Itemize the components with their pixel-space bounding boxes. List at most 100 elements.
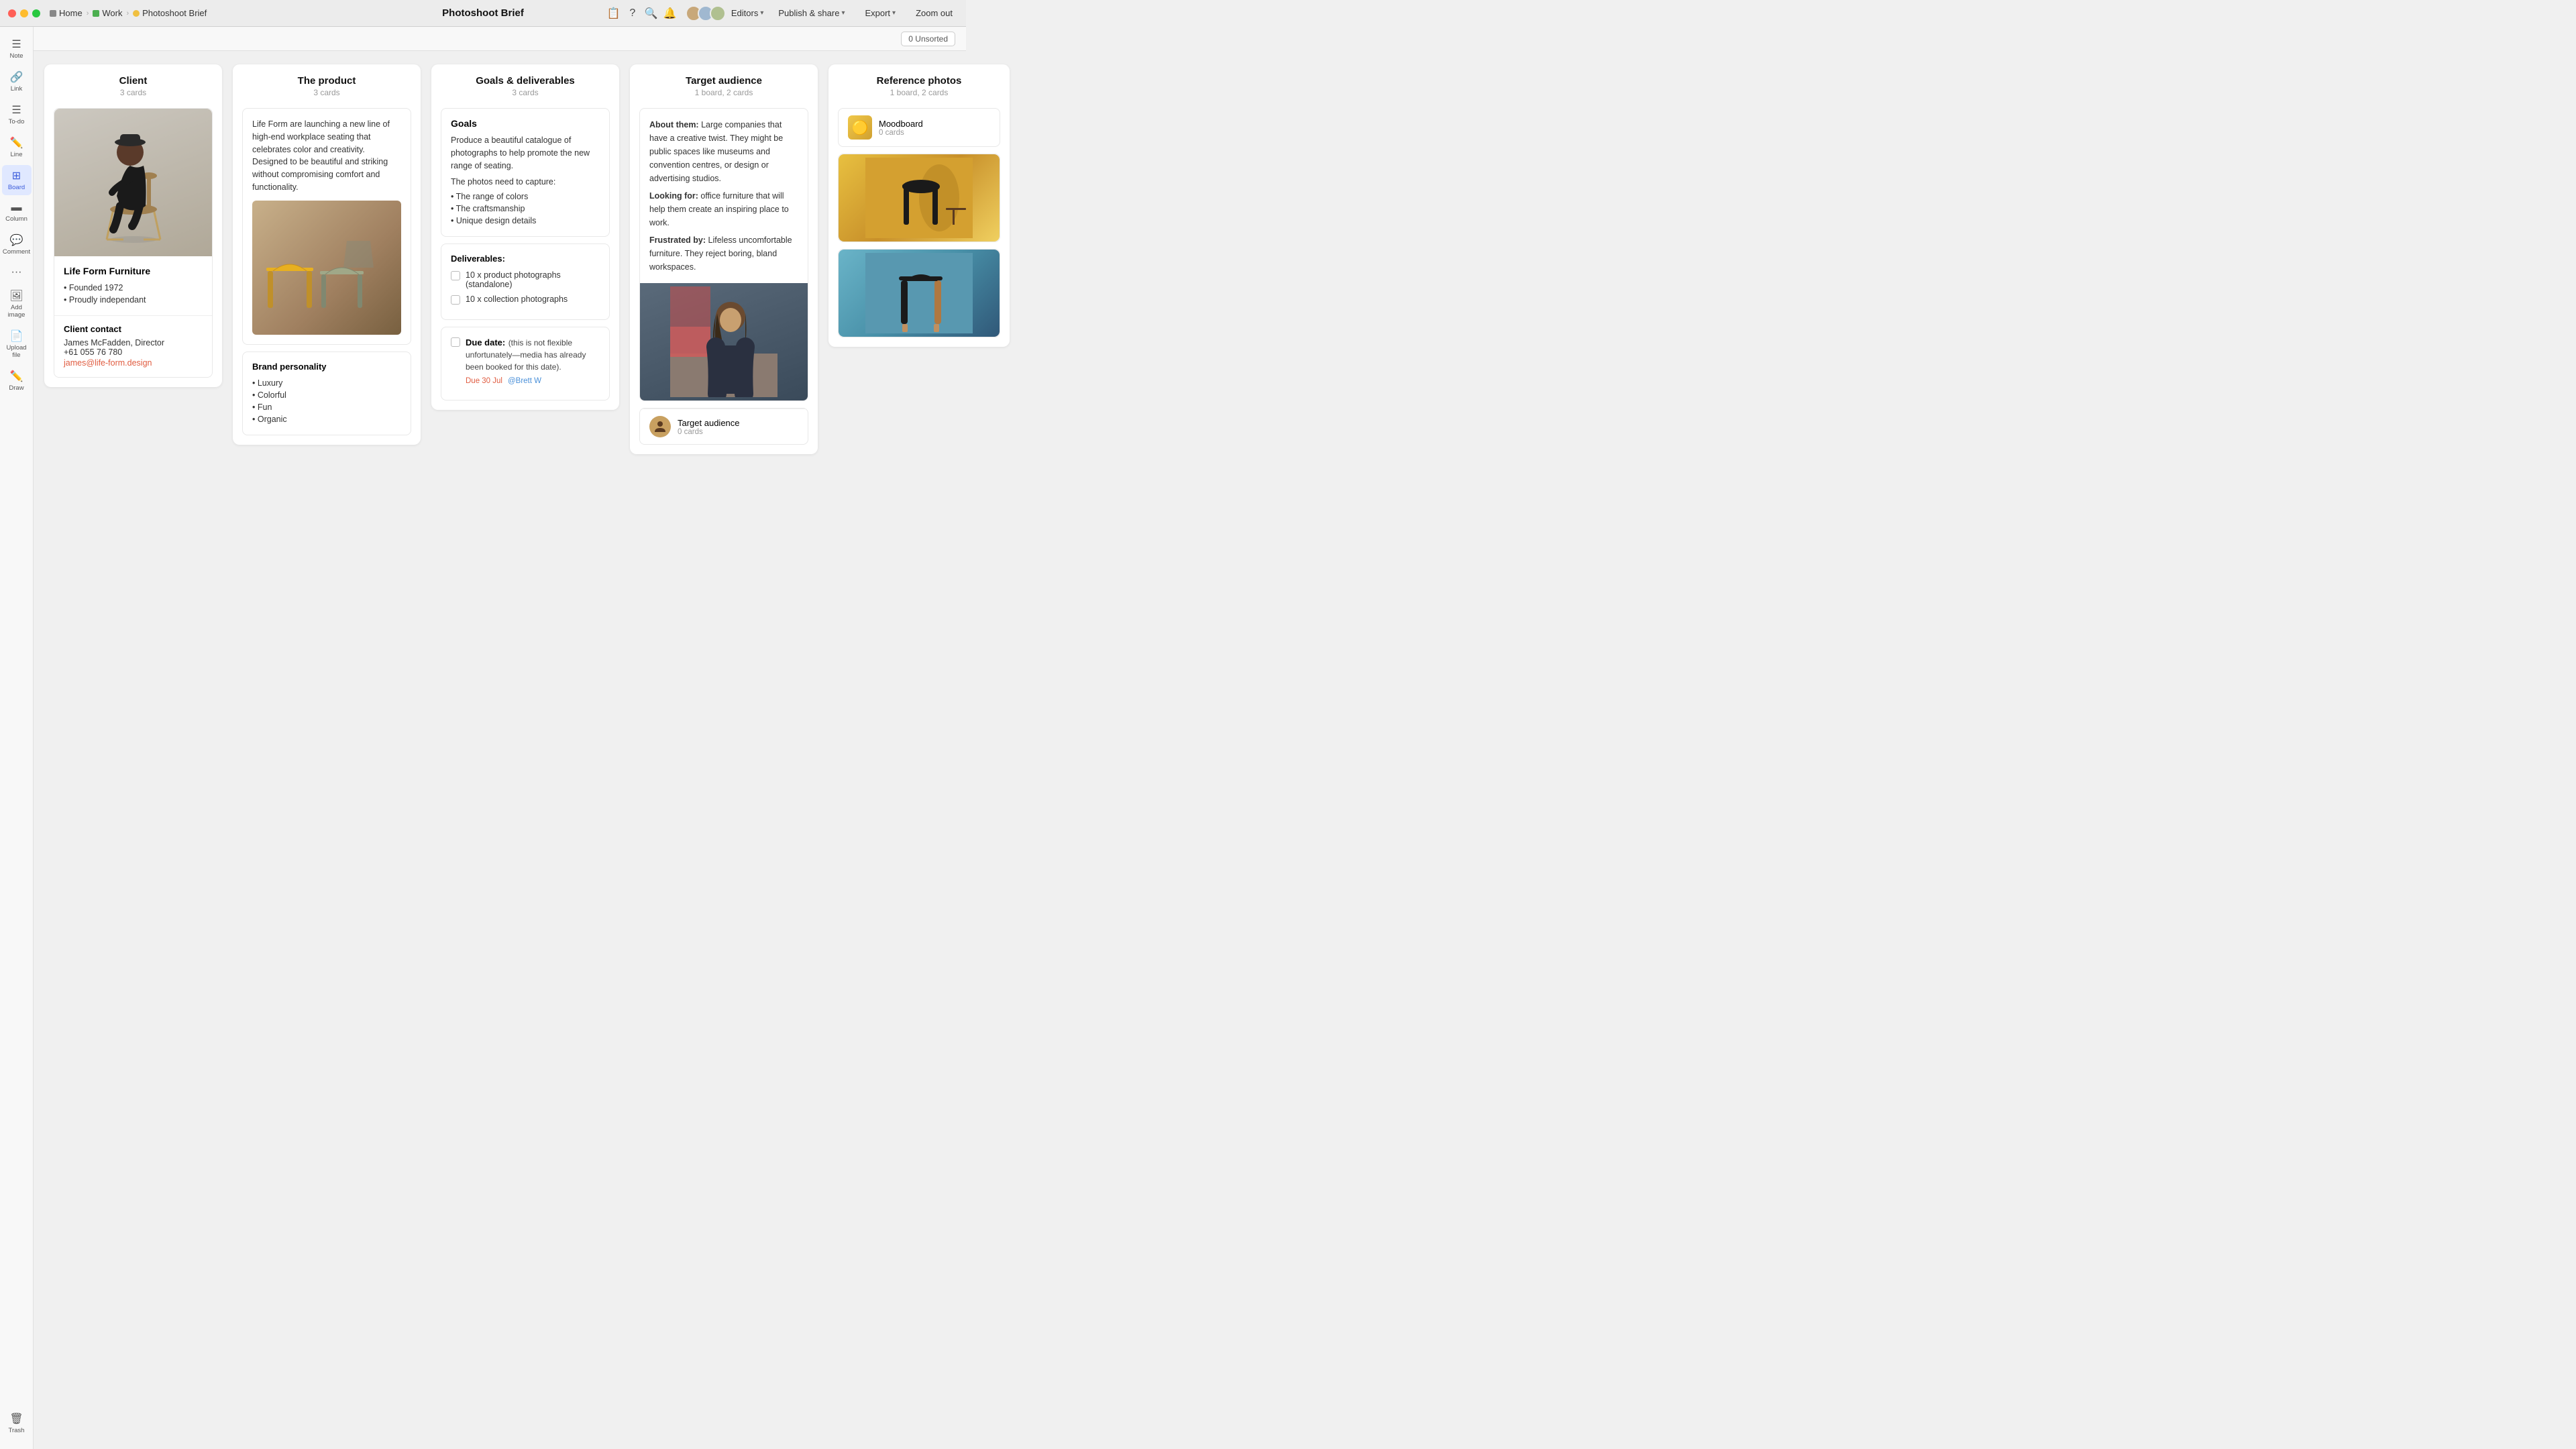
checkbox-1[interactable] (451, 271, 460, 280)
tool-line-label: Line (11, 151, 23, 158)
fullscreen-button[interactable] (32, 9, 40, 17)
goals-column-header: Goals & deliverables 3 cards (431, 64, 619, 101)
product-desc-body: Life Form are launching a new line of hi… (243, 109, 411, 344)
brand-bullets: Luxury Colorful Fun Organic (252, 377, 401, 425)
tool-board-label: Board (8, 184, 25, 191)
product-column-subtitle: 3 cards (242, 88, 411, 97)
client-column: Client 3 cards (44, 64, 222, 387)
export-button[interactable]: Export ▾ (859, 5, 901, 21)
home-icon (50, 10, 56, 17)
brand-title: Brand personality (252, 362, 401, 372)
toolbar: ☰ Note 🔗 Link ☰ To-do ✏️ Line ⊞ Board ▬ … (0, 27, 34, 1449)
client-bullet-2: Proudly independant (64, 294, 203, 306)
due-date-card: Due date: (this is not flexible unfortun… (441, 327, 610, 400)
topbar: 0 Unsorted (34, 27, 966, 51)
header-right: 📋 ? 🔍 🔔 Editors ▾ Publish & share ▾ Expo… (608, 5, 958, 21)
tool-column[interactable]: ▬ Column (2, 198, 32, 227)
brand-bullet-2: Colorful (252, 389, 401, 401)
search-icon[interactable]: 🔍 (645, 7, 657, 19)
tool-link[interactable]: 🔗 Link (2, 66, 32, 97)
tool-upload-file[interactable]: 📄 Upload file (2, 325, 32, 363)
deliverable-1-item: 10 x product photographs (standalone) (451, 270, 600, 289)
todo-icon: ☰ (11, 103, 21, 117)
audience-svg (670, 286, 777, 397)
client-column-title: Client (54, 75, 213, 87)
trash-button[interactable]: 🗑 Trash (2, 1408, 32, 1438)
editors-button[interactable]: Editors ▾ (731, 8, 764, 18)
audience-column-title: Target audience (639, 75, 808, 87)
reference-column: Reference photos 1 board, 2 cards 🟡 Mood… (828, 64, 1010, 347)
audience-text-body: About them: Large companies that have a … (640, 109, 808, 283)
client-column-body: Life Form Furniture Founded 1972 Proudly… (44, 101, 222, 387)
close-button[interactable] (8, 9, 16, 17)
tool-todo-label: To-do (9, 118, 25, 125)
tool-note-label: Note (9, 52, 23, 60)
person-icon (652, 419, 668, 435)
moodboard-item[interactable]: 🟡 Moodboard 0 cards (839, 109, 1000, 146)
product-description-card: Life Form are launching a new line of hi… (242, 108, 411, 345)
minimize-button[interactable] (20, 9, 28, 17)
ref-photo-1 (839, 154, 1000, 241)
contact-email[interactable]: james@life-form.design (64, 358, 152, 368)
contact-phone: +61 055 76 780 (64, 347, 203, 357)
chair-photo-svg-1 (865, 158, 973, 238)
audience-board-card[interactable]: Target audience 0 cards (639, 408, 808, 445)
breadcrumb-sep-1: › (87, 9, 89, 17)
breadcrumb-home[interactable]: Home (50, 8, 83, 18)
client-column-header: Client 3 cards (44, 64, 222, 101)
export-label: Export (865, 8, 890, 18)
unsorted-badge[interactable]: 0 Unsorted (901, 32, 955, 46)
zoom-out-button[interactable]: Zoom out (910, 5, 958, 21)
photoshoot-icon (133, 10, 140, 17)
moodboard-info: Moodboard 0 cards (879, 119, 923, 137)
audience-board-label: Target audience (678, 418, 740, 428)
audience-board-item[interactable]: Target audience 0 cards (640, 409, 808, 444)
ref-photo-2 (839, 250, 1000, 337)
due-date-body: Due date: (this is not flexible unfortun… (441, 327, 609, 400)
goals-heading: Goals (451, 118, 600, 129)
deliverable-2-item: 10 x collection photographs (451, 294, 600, 305)
tool-line[interactable]: ✏️ Line (2, 132, 32, 162)
tool-todo[interactable]: ☰ To-do (2, 99, 32, 129)
tool-note[interactable]: ☰ Note (2, 34, 32, 64)
deliverable-2-label: 10 x collection photographs (466, 294, 568, 304)
line-icon: ✏️ (10, 136, 23, 150)
audience-column-subtitle: 1 board, 2 cards (639, 88, 808, 97)
goals-card: Goals Produce a beautiful catalogue of p… (441, 108, 610, 237)
tool-board[interactable]: ⊞ Board (2, 165, 32, 195)
product-description: Life Form are launching a new line of hi… (252, 118, 401, 194)
breadcrumb-work[interactable]: Work (93, 8, 122, 18)
audience-text-card: About them: Large companies that have a … (639, 108, 808, 401)
due-label: Due date: (466, 337, 505, 347)
note-icon: ☰ (11, 38, 21, 51)
notification-icon[interactable]: 📋 (608, 7, 620, 19)
tool-more[interactable]: ··· (2, 262, 32, 282)
bell-icon[interactable]: 🔔 (664, 7, 676, 19)
moodboard-count: 0 cards (879, 129, 923, 137)
tool-upload-label: Upload file (5, 344, 29, 359)
publish-share-label: Publish & share (778, 8, 839, 18)
help-icon[interactable]: ? (627, 7, 639, 19)
client-photo-card: Life Form Furniture Founded 1972 Proudly… (54, 108, 213, 378)
frustrated-by: Frustrated by: Lifeless uncomfortable fu… (649, 233, 798, 274)
capture-item-2: The craftsmanship (451, 203, 600, 215)
titlebar: Home › Work › Photoshoot Brief Photoshoo… (0, 0, 966, 27)
capture-list: The range of colors The craftsmanship Un… (451, 191, 600, 227)
trash-icon: 🗑 (9, 1412, 23, 1426)
reference-column-title: Reference photos (838, 75, 1000, 87)
board-area: Client 3 cards (34, 51, 2576, 1449)
checkbox-due[interactable] (451, 337, 460, 347)
checkbox-2[interactable] (451, 295, 460, 305)
avatar (710, 5, 726, 21)
tool-add-image[interactable]: 🖼 Add image (2, 285, 32, 323)
reference-column-body: 🟡 Moodboard 0 cards (828, 101, 1010, 347)
header-icons: 📋 ? 🔍 🔔 (608, 7, 676, 19)
column-icon: ▬ (11, 202, 22, 214)
tool-draw[interactable]: ✏️ Draw (2, 366, 32, 396)
publish-share-button[interactable]: Publish & share ▾ (773, 5, 850, 21)
more-icon: ··· (11, 266, 22, 278)
moodboard-card[interactable]: 🟡 Moodboard 0 cards (838, 108, 1000, 147)
due-date-tag: Due 30 Jul (466, 377, 502, 385)
avatars (686, 5, 726, 21)
tool-comment[interactable]: 💬 Comment (2, 229, 32, 260)
